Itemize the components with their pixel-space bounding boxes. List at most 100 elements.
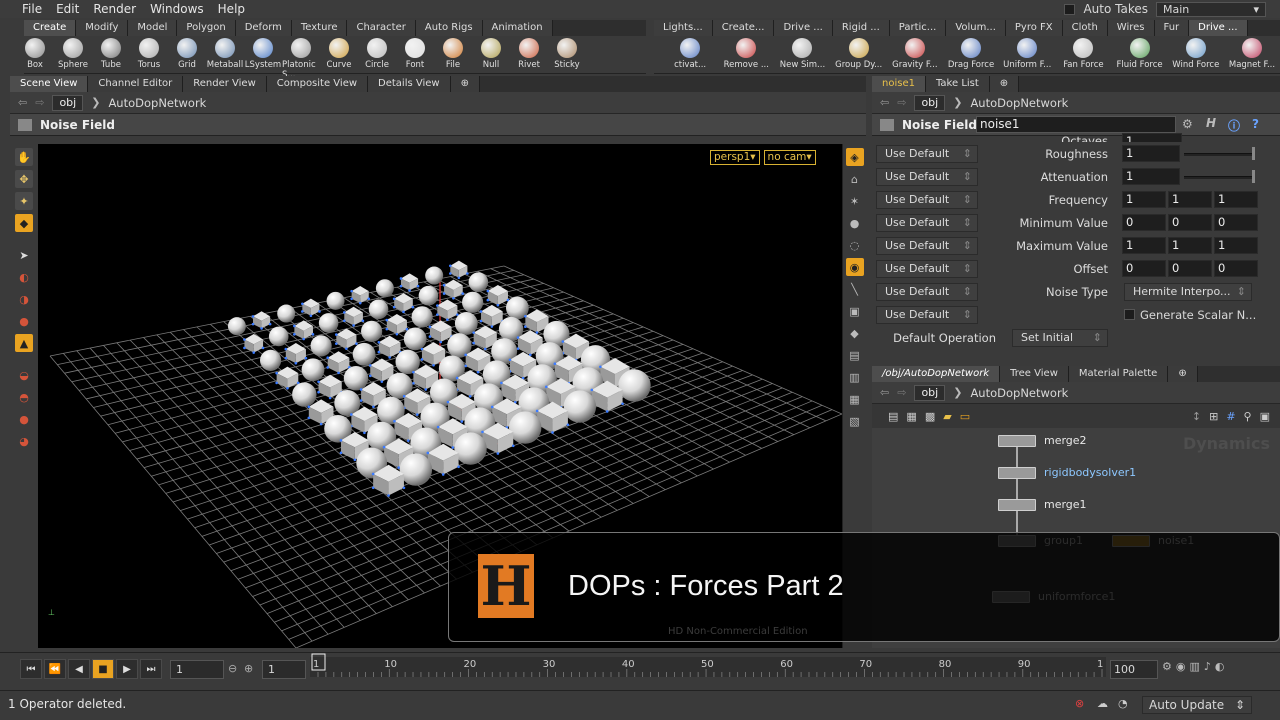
play-icon[interactable]: ▶: [116, 659, 138, 679]
shelf-tab[interactable]: Partic...: [889, 20, 947, 36]
node-rigidbodysolver1[interactable]: rigidbodysolver1: [998, 466, 1136, 479]
display-options-icon[interactable]: ◈: [845, 148, 864, 166]
rotate-tool-icon[interactable]: ✦: [15, 192, 33, 210]
tab-composite-view[interactable]: Composite View: [266, 76, 369, 92]
menu-edit[interactable]: Edit: [49, 2, 86, 16]
param-field[interactable]: 0: [1168, 260, 1212, 277]
sculpt-tool-icon[interactable]: ◒: [15, 366, 33, 384]
snapping-icon[interactable]: ◉: [845, 258, 864, 276]
use-default-menu[interactable]: Use Default ⇕: [876, 167, 978, 186]
minus-icon[interactable]: ⊖: [228, 662, 237, 675]
use-default-menu[interactable]: Use Default ⇕: [876, 305, 978, 324]
drag-tool-icon[interactable]: ●: [15, 410, 33, 428]
forward-arrow-icon[interactable]: ⇨: [897, 96, 906, 109]
magnet-tool-icon[interactable]: ◐: [15, 268, 33, 286]
param-field[interactable]: 0: [1214, 214, 1258, 231]
note-icon[interactable]: ▰: [943, 410, 951, 423]
shelf-tool[interactable]: Drag Force: [943, 38, 999, 70]
path-network-label[interactable]: AutoDopNetwork: [970, 386, 1068, 400]
wireframe-icon[interactable]: ◌: [846, 236, 864, 254]
shelf-tool[interactable]: ctivat...: [662, 38, 718, 70]
param-field[interactable]: 1: [1214, 191, 1258, 208]
param-field[interactable]: 1: [1168, 237, 1212, 254]
shelf-tab[interactable]: Wires: [1107, 20, 1155, 36]
menu-help[interactable]: Help: [211, 2, 252, 16]
shelf-tab[interactable]: Drive ...: [774, 20, 833, 36]
error-icon[interactable]: ⊗: [1075, 697, 1084, 710]
shelf-tool[interactable]: Platonic S...: [282, 38, 320, 80]
list-icon[interactable]: ▤: [888, 410, 898, 423]
jump-start-icon[interactable]: ⏮: [20, 659, 42, 679]
tab-network-path[interactable]: /obj/AutoDopNetwork: [872, 366, 1001, 382]
use-default-menu[interactable]: Use Default ⇕: [876, 259, 978, 278]
shelf-tool[interactable]: Fan Force: [1055, 38, 1111, 70]
tab-scene-view[interactable]: Scene View: [10, 76, 89, 92]
shelf-tool[interactable]: Rivet: [510, 38, 548, 80]
shelf-tab[interactable]: Deform: [235, 20, 292, 36]
shelf-tool[interactable]: Uniform F...: [999, 38, 1055, 70]
select-tool-icon[interactable]: ✋: [15, 148, 33, 166]
use-default-menu[interactable]: Use Default ⇕: [876, 282, 978, 301]
flipbook-icon[interactable]: ▥: [846, 368, 864, 386]
tile-icon[interactable]: ▦: [906, 410, 916, 423]
measure-icon[interactable]: ╲: [846, 280, 864, 298]
param-field[interactable]: 0: [1122, 260, 1166, 277]
pose-tool-icon[interactable]: ◑: [15, 290, 33, 308]
camera-icon[interactable]: ▣: [846, 302, 864, 320]
snap-tool-icon[interactable]: ▲: [15, 334, 33, 352]
back-arrow-icon[interactable]: ⇦: [18, 96, 27, 109]
snapshot-icon[interactable]: ▦: [846, 390, 864, 408]
play-reverse-icon[interactable]: ◀: [68, 659, 90, 679]
layout-icon[interactable]: ↕: [1192, 410, 1201, 423]
handle-tool-icon[interactable]: ◆: [15, 214, 33, 232]
path-network-label[interactable]: AutoDopNetwork: [108, 96, 206, 110]
shelf-tool[interactable]: Metaball: [206, 38, 244, 80]
forward-arrow-icon[interactable]: ⇨: [897, 386, 906, 399]
add-tab-icon[interactable]: ⊕: [1168, 366, 1198, 382]
frame-field[interactable]: 1: [170, 660, 224, 679]
settings-icon[interactable]: ▧: [846, 412, 864, 430]
realtime-icon[interactable]: ◉: [1176, 660, 1186, 673]
bake-icon[interactable]: ◆: [846, 324, 864, 342]
folder-icon[interactable]: ▭: [960, 410, 970, 423]
back-arrow-icon[interactable]: ⇦: [880, 386, 889, 399]
shelf-tool[interactable]: Sphere: [54, 38, 92, 80]
path-network-label[interactable]: AutoDopNetwork: [970, 96, 1068, 110]
generate-scalar-checkbox[interactable]: [1124, 309, 1135, 320]
back-arrow-icon[interactable]: ⇦: [880, 96, 889, 109]
plus-icon[interactable]: ⊕: [244, 662, 253, 675]
shelf-tab[interactable]: Volum...: [946, 20, 1006, 36]
shelf-tool[interactable]: Curve: [320, 38, 358, 80]
use-default-menu[interactable]: Use Default ⇕: [876, 213, 978, 232]
shelf-tool[interactable]: Remove ...: [718, 38, 774, 70]
param-slider[interactable]: [1184, 153, 1254, 156]
add-tab-icon[interactable]: ⊕: [450, 76, 480, 92]
gear-icon[interactable]: ⚙: [1182, 117, 1193, 131]
tab-take-list[interactable]: Take List: [925, 76, 990, 92]
use-default-menu[interactable]: Use Default ⇕: [876, 144, 978, 163]
performance-icon[interactable]: ◔: [1118, 697, 1128, 710]
snap-grid-icon[interactable]: #: [1226, 410, 1235, 423]
persp-menu[interactable]: persp1▾: [710, 150, 760, 165]
param-field[interactable]: 1: [1214, 237, 1258, 254]
shelf-tab[interactable]: Drive ...: [1189, 20, 1248, 36]
menu-render[interactable]: Render: [86, 2, 143, 16]
align-icon[interactable]: ⊞: [1209, 410, 1218, 423]
use-default-menu[interactable]: Use Default ⇕: [876, 236, 978, 255]
param-field[interactable]: 1: [1122, 237, 1166, 254]
settings-icon[interactable]: ⚙: [1162, 660, 1172, 673]
use-default-menu[interactable]: Use Default ⇕: [876, 190, 978, 209]
camera-select[interactable]: no cam▾: [763, 150, 816, 165]
tab-channel-editor[interactable]: Channel Editor: [88, 76, 184, 92]
shelf-tool[interactable]: Grid: [168, 38, 206, 80]
shelf-tool[interactable]: LSystem: [244, 38, 282, 80]
shelf-tab[interactable]: Polygon: [177, 20, 236, 36]
param-field[interactable]: 0: [1168, 214, 1212, 231]
slider-handle[interactable]: [1252, 170, 1255, 183]
param-field[interactable]: 1: [1122, 168, 1180, 185]
grab-tool-icon[interactable]: ◕: [15, 432, 33, 450]
path-obj-button[interactable]: obj: [52, 94, 84, 111]
shelf-tool[interactable]: Gravity F...: [887, 38, 943, 70]
forward-arrow-icon[interactable]: ⇨: [35, 96, 44, 109]
param-field[interactable]: 0: [1122, 214, 1166, 231]
